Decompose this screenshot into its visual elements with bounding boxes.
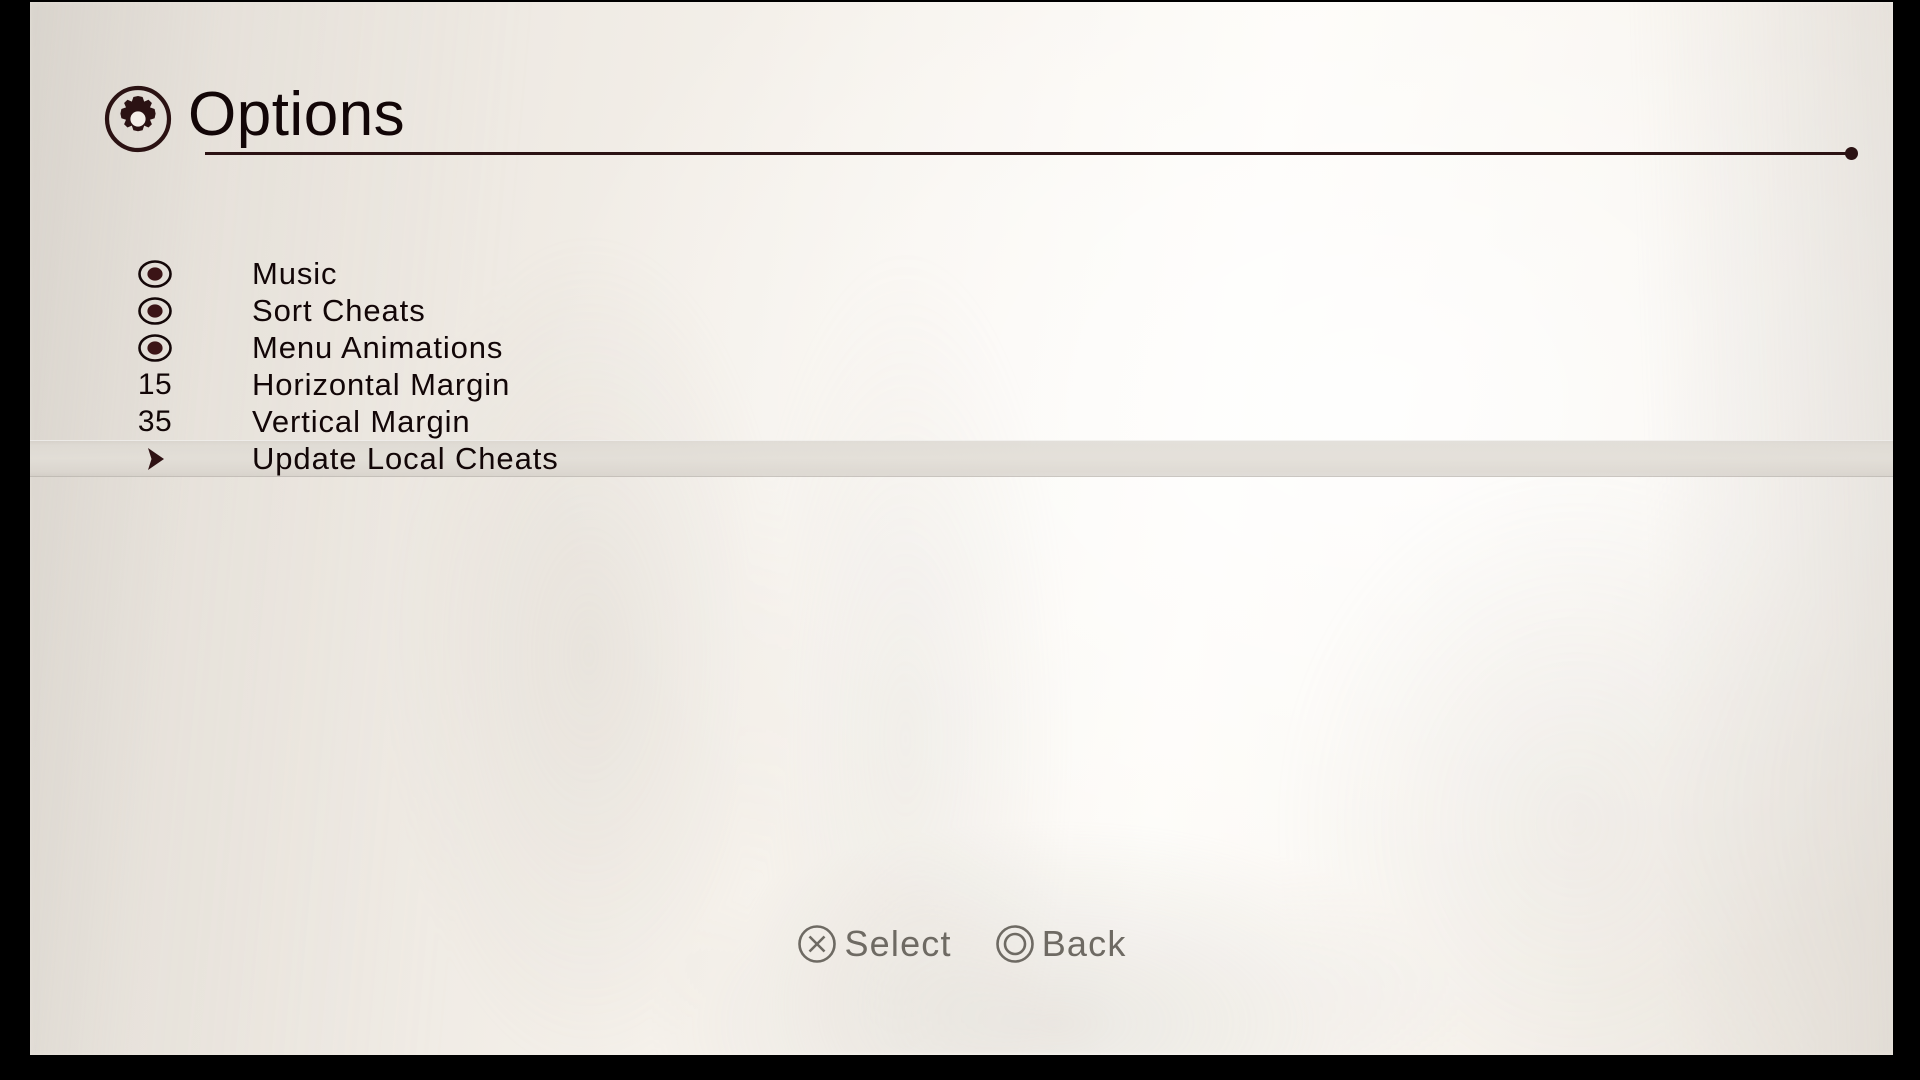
hint-label: Back: [1041, 923, 1127, 964]
menu-item-sort-cheats[interactable]: Sort Cheats: [30, 292, 1893, 329]
menu-item-label: Vertical Margin: [252, 404, 471, 439]
value-horizontal-margin[interactable]: 15: [105, 366, 205, 403]
page-title: Options: [188, 80, 406, 149]
menu-item-label: Menu Animations: [252, 330, 504, 365]
hint-back[interactable]: Back: [994, 922, 1127, 966]
radio-on-icon: [137, 333, 173, 363]
hint-select[interactable]: Select: [796, 922, 951, 966]
menu-item-label: Sort Cheats: [252, 293, 426, 328]
game-screen: Options Music Sort Cheats Menu Animation…: [0, 0, 1920, 1080]
title-rule: [205, 152, 1851, 155]
menu-item-music[interactable]: Music: [30, 255, 1893, 292]
value-vertical-margin[interactable]: 35: [105, 403, 205, 440]
menu-item-value: 15: [137, 368, 173, 401]
menu-item-update-local-cheats[interactable]: Update Local Cheats: [30, 440, 1893, 477]
hint-label: Select: [844, 923, 952, 964]
toggle-menu-animations[interactable]: [105, 329, 205, 366]
circle-button-icon: [994, 923, 1036, 965]
menu-item-label: Music: [252, 256, 338, 291]
header: Options: [103, 70, 1863, 160]
menu-item-vertical-margin[interactable]: 35 Vertical Margin: [30, 403, 1893, 440]
menu-item-label: Horizontal Margin: [252, 367, 511, 402]
gear-icon: [103, 84, 173, 154]
cross-button-icon: [796, 923, 838, 965]
radio-on-icon: [137, 259, 173, 289]
toggle-music[interactable]: [105, 255, 205, 292]
submenu-indicator: [105, 440, 205, 477]
menu-item-value: 35: [137, 405, 173, 438]
title-rule-end-dot: [1845, 147, 1858, 160]
menu-stage: Options Music Sort Cheats Menu Animation…: [30, 2, 1893, 1055]
options-menu: Music Sort Cheats Menu Animations 15 Hor…: [30, 255, 1893, 477]
menu-item-menu-animations[interactable]: Menu Animations: [30, 329, 1893, 366]
menu-item-label: Update Local Cheats: [252, 441, 559, 476]
arrow-right-icon: [142, 445, 168, 473]
menu-item-horizontal-margin[interactable]: 15 Horizontal Margin: [30, 366, 1893, 403]
radio-on-icon: [137, 296, 173, 326]
button-hints: Select Back: [30, 922, 1893, 966]
toggle-sort-cheats[interactable]: [105, 292, 205, 329]
